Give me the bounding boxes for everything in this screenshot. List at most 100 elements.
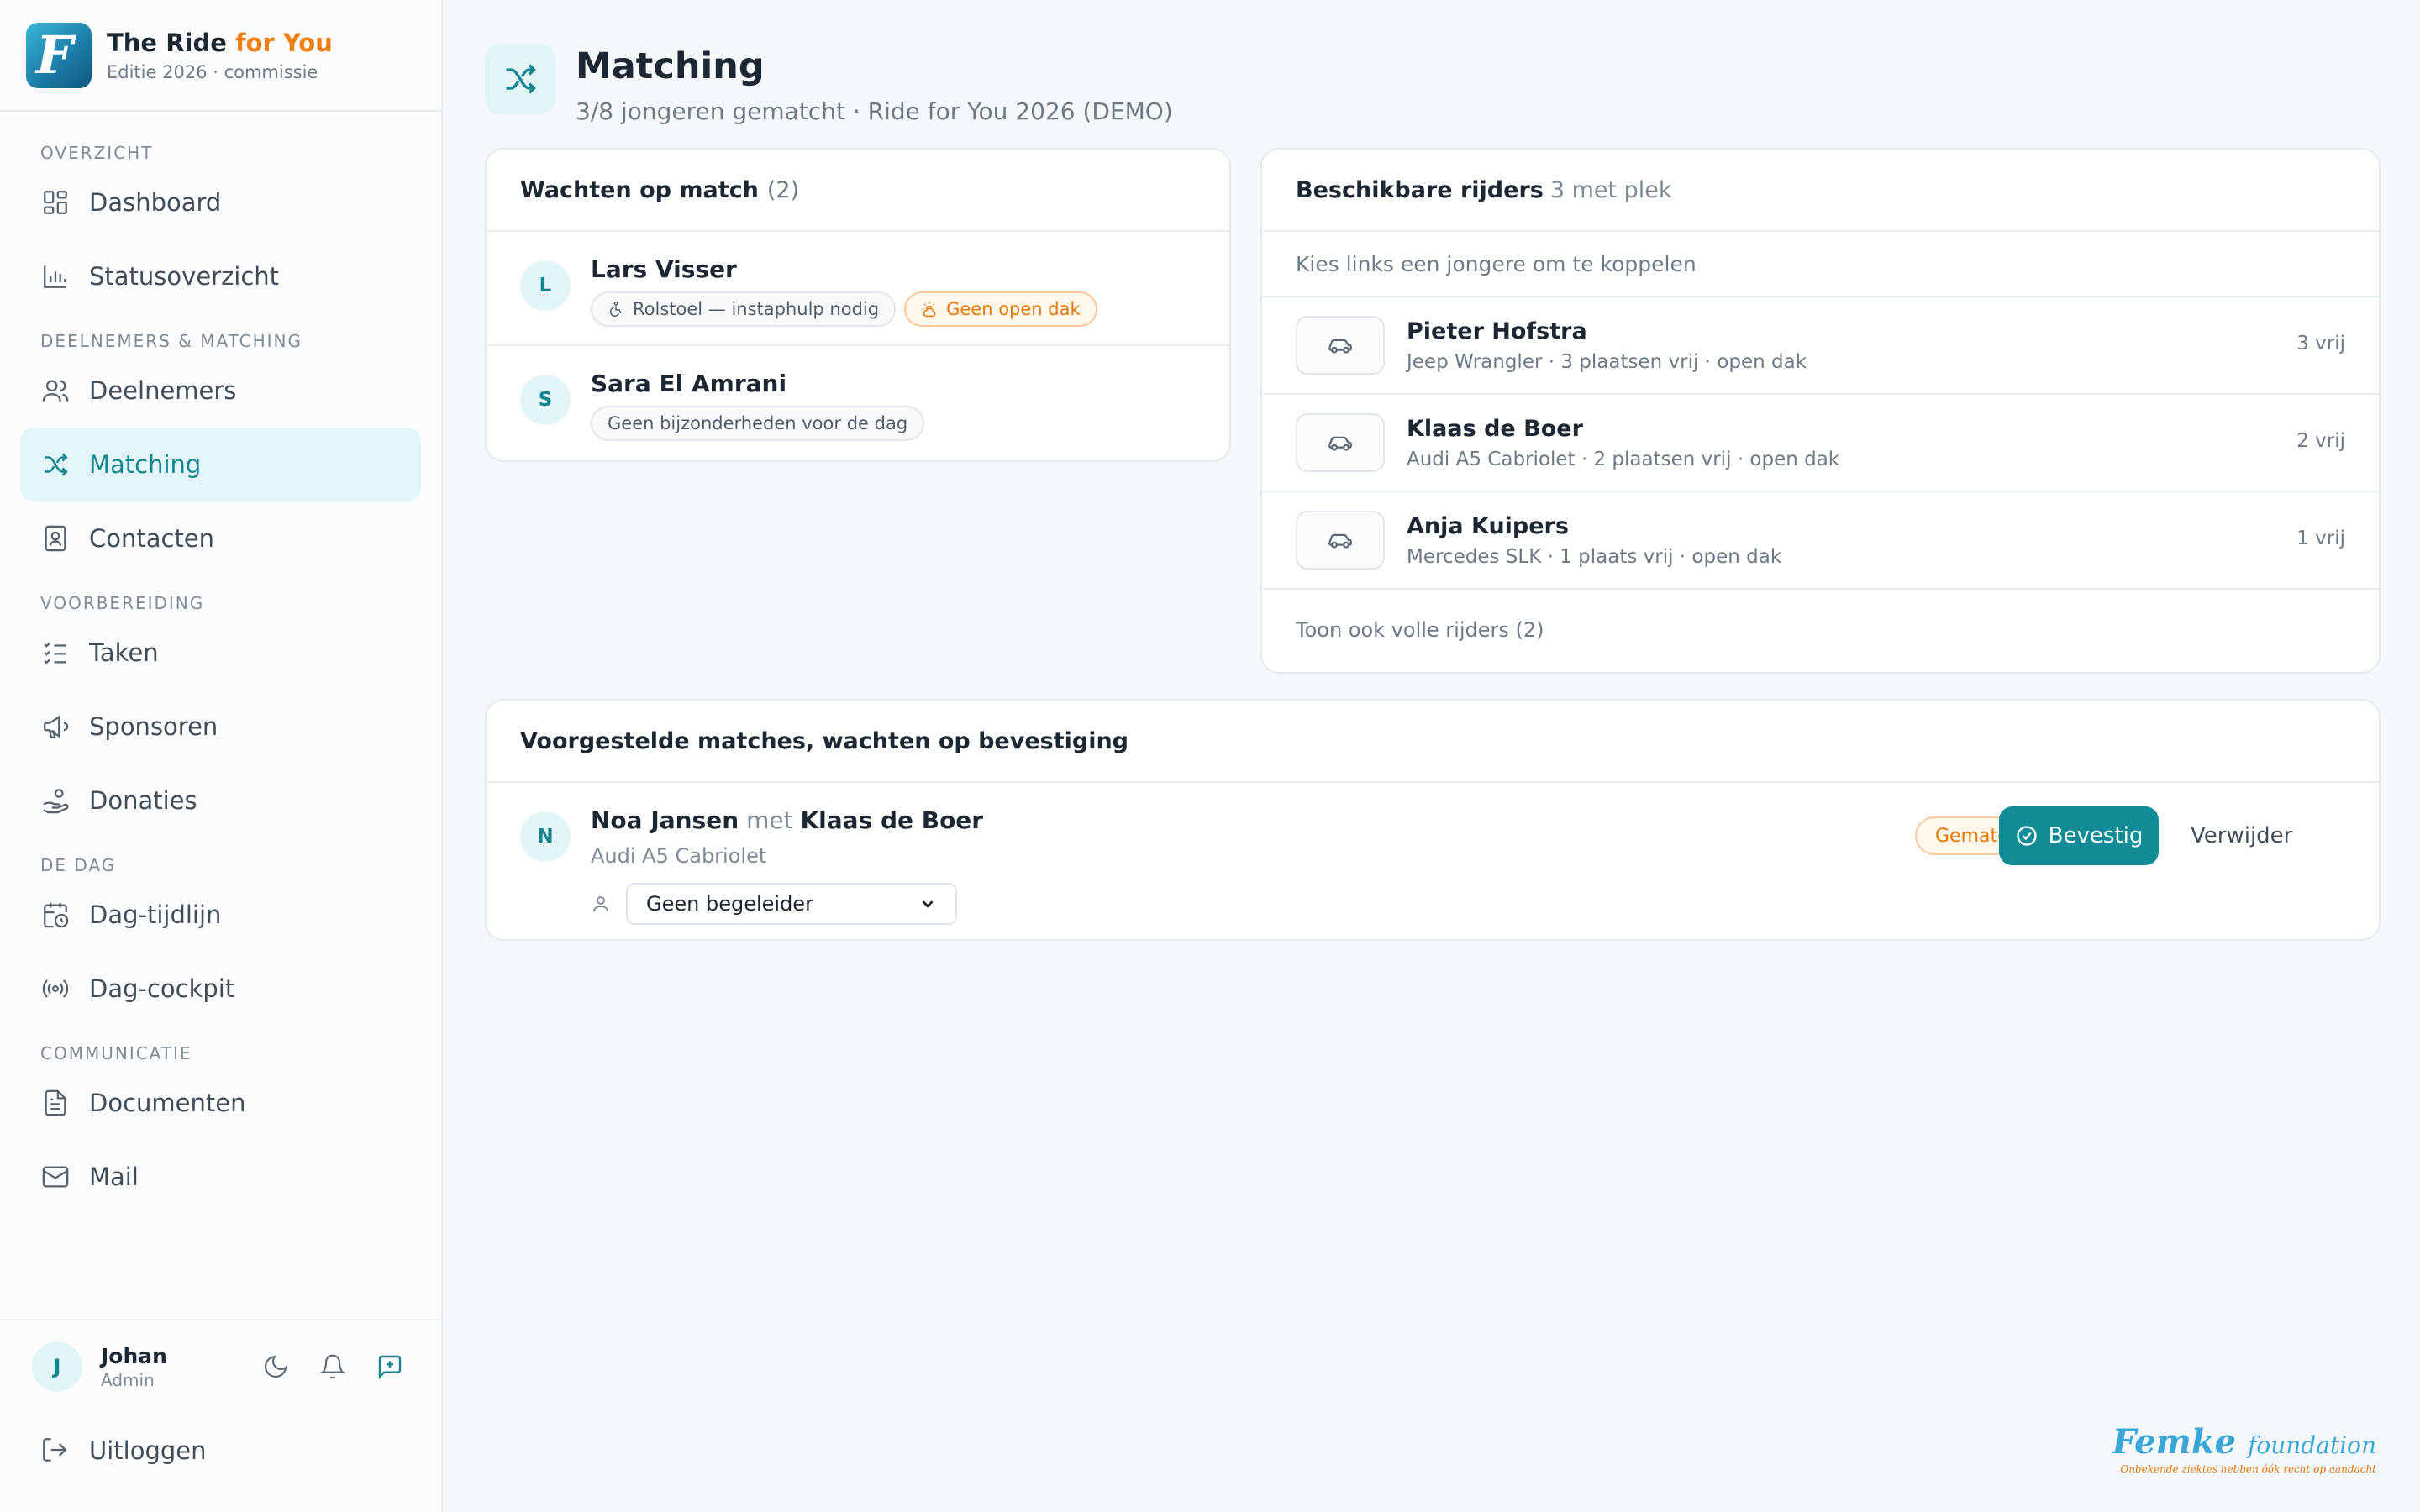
- brand[interactable]: F The Ride for You Editie 2026 · commiss…: [0, 0, 441, 112]
- nav-section-label: DEELNEMERS & MATCHING: [40, 331, 302, 351]
- person-icon: [591, 894, 611, 914]
- waiting-card-header: Wachten op match (2): [487, 150, 1229, 232]
- proposed-title: Voorgestelde matches, wachten op bevesti…: [520, 727, 1129, 754]
- waiting-card: Wachten op match (2) L Lars Visser Rolst…: [485, 148, 1231, 462]
- rider-car: Mercedes SLK · 1 plaats vrij · open dak: [1407, 545, 1782, 568]
- tag-badge: Geen bijzonderheden voor de dag: [591, 406, 925, 441]
- rider-car: Audi A5 Cabriolet · 2 plaatsen vrij · op…: [1407, 448, 1840, 470]
- participant-name: Lars Visser: [591, 255, 737, 283]
- match-connector: met: [746, 806, 793, 834]
- wheelchair-icon: [608, 301, 633, 318]
- rider-free-seats: 1 vrij: [2296, 528, 2345, 549]
- escort-select-value: Geen begeleider: [646, 892, 813, 916]
- avatar: S: [520, 375, 571, 425]
- confirm-button[interactable]: Bevestig: [1999, 806, 2159, 865]
- show-full-riders-link[interactable]: Toon ook volle rijders (2): [1262, 590, 2379, 670]
- sidebar-item-label: Dag-cockpit: [89, 974, 235, 1003]
- nav-section-label: COMMUNICATIE: [40, 1043, 192, 1063]
- avatar: L: [520, 260, 571, 311]
- list-item[interactable]: Anja Kuipers Mercedes SLK · 1 plaats vri…: [1262, 492, 2379, 590]
- page-title: Matching: [576, 45, 765, 87]
- riders-card-header: Beschikbare rijders 3 met plek: [1262, 150, 2379, 232]
- rider-car: Jeep Wrangler · 3 plaatsen vrij · open d…: [1407, 350, 1807, 373]
- avatar: N: [520, 811, 571, 862]
- table-row: N Noa Jansen met Klaas de Boer Audi A5 C…: [487, 783, 2379, 939]
- radio-icon: [40, 974, 71, 1004]
- mail-icon: [40, 1162, 71, 1192]
- bell-icon[interactable]: [319, 1353, 346, 1380]
- sidebar-item-label: Contacten: [89, 524, 215, 553]
- proposed-card-header: Voorgestelde matches, wachten op bevesti…: [487, 701, 2379, 783]
- document-icon: [40, 1088, 71, 1118]
- brand-subtitle: Editie 2026 · commissie: [107, 61, 318, 82]
- bar-chart-icon: [40, 261, 71, 291]
- waiting-title: Wachten op match: [520, 176, 759, 203]
- sidebar-item-matching[interactable]: Matching: [20, 428, 421, 501]
- moon-icon[interactable]: [262, 1353, 289, 1380]
- list-item[interactable]: L Lars Visser Rolstoel — instaphulp nodi…: [487, 232, 1229, 346]
- sidebar-item-documenten[interactable]: Documenten: [20, 1066, 421, 1140]
- sidebar-item-label: Deelnemers: [89, 376, 237, 405]
- user-bar: J Johan Admin Uitloggen: [0, 1319, 441, 1512]
- megaphone-icon: [40, 711, 71, 742]
- list-item[interactable]: S Sara El Amrani Geen bijzonderheden voo…: [487, 346, 1229, 460]
- sidebar-item-mail[interactable]: Mail: [20, 1140, 421, 1214]
- nav-section-label: VOORBEREIDING: [40, 593, 205, 613]
- sidebar-item-dashboard[interactable]: Dashboard: [20, 165, 421, 239]
- proposed-matches-card: Voorgestelde matches, wachten op bevesti…: [485, 699, 2381, 941]
- list-item[interactable]: Klaas de Boer Audi A5 Cabriolet · 2 plaa…: [1262, 395, 2379, 492]
- riders-count: 3 met plek: [1549, 176, 1672, 203]
- brand-logo: F: [26, 22, 92, 88]
- riders-title: Beschikbare rijders: [1296, 176, 1544, 203]
- nav-section-label: OVERZICHT: [40, 143, 154, 163]
- sidebar-item-contacten[interactable]: Contacten: [20, 501, 421, 575]
- sidebar-item-label: Dag-tijdlijn: [89, 900, 222, 929]
- brand-title: The Ride for You: [107, 28, 333, 57]
- nav-section-label: DE DAG: [40, 855, 117, 875]
- sidebar-nav: OVERZICHT Dashboard Statusoverzicht DEEL…: [0, 112, 441, 1214]
- tag-badge: Rolstoel — instaphulp nodig: [591, 291, 897, 327]
- message-plus-icon[interactable]: [376, 1353, 403, 1380]
- sidebar-item-statusoverzicht[interactable]: Statusoverzicht: [20, 239, 421, 313]
- sidebar-item-dag-cockpit[interactable]: Dag-cockpit: [20, 952, 421, 1026]
- users-icon: [40, 375, 71, 406]
- main-content: Matching 3/8 jongeren gematcht · Ride fo…: [443, 0, 2420, 1512]
- rider-name: Anja Kuipers: [1407, 512, 1569, 539]
- sidebar-item-label: Sponsoren: [89, 712, 218, 741]
- chevron-down-icon: [918, 895, 937, 913]
- sidebar-item-label: Matching: [89, 450, 202, 479]
- sidebar-item-label: Mail: [89, 1163, 139, 1191]
- sidebar-item-label: Donaties: [89, 786, 197, 815]
- calendar-clock-icon: [40, 900, 71, 930]
- sidebar-item-label: Statusoverzicht: [89, 262, 280, 291]
- user-name: Johan: [101, 1343, 167, 1368]
- remove-button[interactable]: Verwijder: [2191, 806, 2292, 865]
- match-car: Audi A5 Cabriolet: [591, 844, 767, 868]
- sidebar-item-label: Documenten: [89, 1089, 246, 1117]
- shuffle-icon: [485, 44, 555, 114]
- sidebar-item-deelnemers[interactable]: Deelnemers: [20, 354, 421, 428]
- page-subtitle: 3/8 jongeren gematcht · Ride for You 202…: [576, 97, 1173, 125]
- sidebar-item-sponsoren[interactable]: Sponsoren: [20, 690, 421, 764]
- riders-card: Beschikbare rijders 3 met plek Kies link…: [1260, 148, 2381, 674]
- match-title: Noa Jansen met Klaas de Boer: [591, 806, 983, 834]
- sun-cloud-icon: [921, 301, 946, 318]
- sidebar-item-donaties[interactable]: Donaties: [20, 764, 421, 837]
- avatar[interactable]: J: [32, 1341, 82, 1392]
- waiting-count: (2): [766, 176, 800, 203]
- logout-button[interactable]: Uitloggen: [0, 1413, 441, 1488]
- check-circle-icon: [2015, 824, 2049, 848]
- rider-free-seats: 3 vrij: [2296, 333, 2345, 354]
- escort-select[interactable]: Geen begeleider: [626, 883, 957, 925]
- page-header: Matching 3/8 jongeren gematcht · Ride fo…: [485, 44, 1173, 125]
- femke-foundation-logo: Femke foundation Onbekende ziektes hebbe…: [2112, 1422, 2376, 1475]
- checklist-icon: [40, 638, 71, 668]
- sidebar-item-dag-tijdlijn[interactable]: Dag-tijdlijn: [20, 878, 421, 952]
- participant-name: Sara El Amrani: [591, 370, 787, 397]
- rider-name: Klaas de Boer: [1407, 415, 1583, 442]
- sidebar-item-taken[interactable]: Taken: [20, 616, 421, 690]
- sidebar-item-label: Dashboard: [89, 188, 222, 217]
- list-item[interactable]: Pieter Hofstra Jeep Wrangler · 3 plaatse…: [1262, 297, 2379, 395]
- match-rider-name: Klaas de Boer: [800, 806, 984, 834]
- shuffle-icon: [40, 449, 71, 480]
